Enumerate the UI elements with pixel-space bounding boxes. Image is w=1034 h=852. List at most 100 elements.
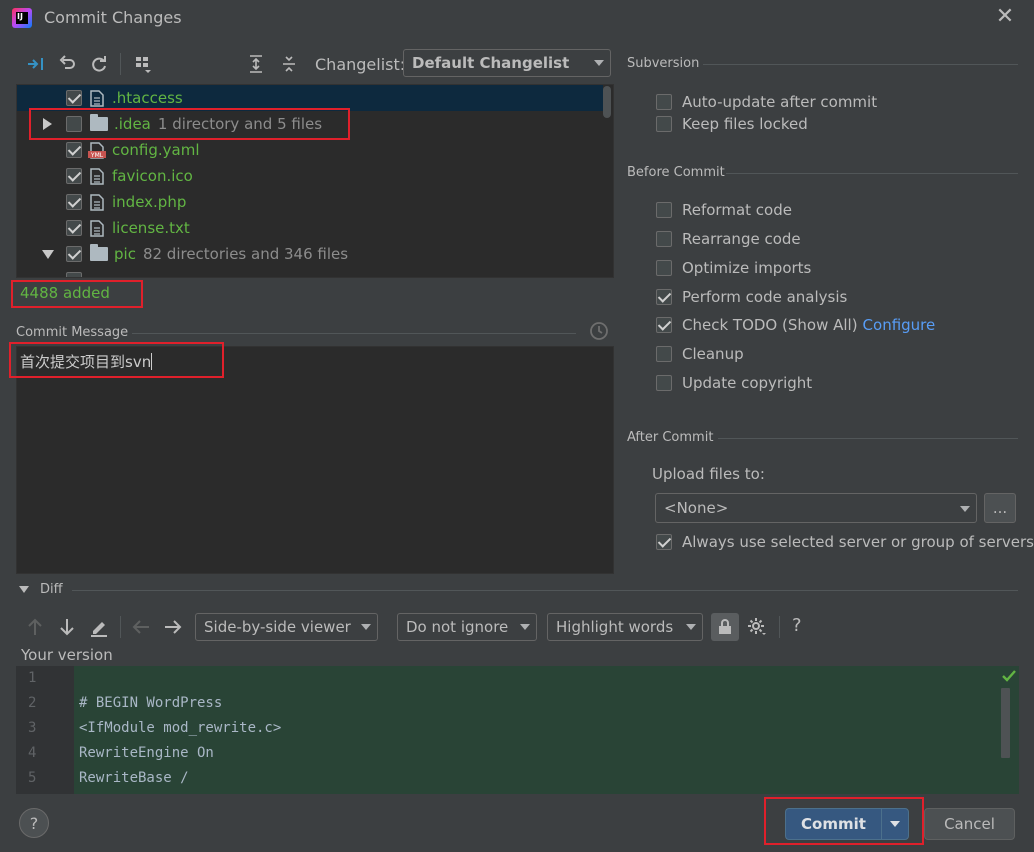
chevron-down-icon bbox=[361, 624, 371, 630]
checkbox[interactable] bbox=[656, 534, 672, 550]
checkbox[interactable] bbox=[656, 375, 672, 391]
code-lines[interactable]: # BEGIN WordPress <IfModule mod_rewrite.… bbox=[79, 666, 281, 791]
tree-row[interactable]: pic 82 directories and 346 files bbox=[17, 241, 603, 267]
tree-scrollbar[interactable] bbox=[603, 86, 611, 118]
row-checkbox[interactable] bbox=[66, 246, 82, 262]
checkbox[interactable] bbox=[656, 94, 672, 110]
changelist-value: Default Changelist bbox=[412, 54, 570, 72]
file-name: index.php bbox=[112, 193, 187, 211]
help-button[interactable]: ? bbox=[19, 808, 49, 838]
previous-file-icon[interactable] bbox=[130, 616, 152, 638]
update-copyright-option[interactable]: Update copyright bbox=[656, 374, 812, 392]
row-checkbox[interactable] bbox=[66, 142, 82, 158]
no-problems-check-icon bbox=[1002, 670, 1016, 682]
browse-button[interactable]: ... bbox=[984, 493, 1016, 523]
diff-editor[interactable]: 1 2 3 4 5 # BEGIN WordPress <IfModule mo… bbox=[16, 666, 1019, 794]
window-title: Commit Changes bbox=[44, 8, 182, 27]
file-icon bbox=[90, 167, 104, 185]
gear-icon[interactable] bbox=[746, 616, 768, 638]
commit-highlight-box bbox=[764, 797, 924, 845]
line-numbers: 1 2 3 4 5 bbox=[28, 670, 37, 786]
refresh-icon[interactable] bbox=[88, 53, 110, 75]
row-checkbox[interactable] bbox=[66, 90, 82, 106]
show-diff-icon[interactable] bbox=[24, 53, 46, 75]
collapse-all-icon[interactable] bbox=[278, 53, 300, 75]
checkbox[interactable] bbox=[656, 317, 672, 333]
section-divider bbox=[72, 590, 1018, 591]
folder-icon bbox=[90, 244, 108, 261]
check-todo-option[interactable]: Check TODO (Show All) Configure bbox=[656, 316, 935, 334]
lock-icon bbox=[719, 619, 731, 634]
section-divider bbox=[132, 333, 576, 334]
svg-text:YML: YML bbox=[90, 152, 104, 159]
yaml-file-icon: YML bbox=[88, 141, 106, 159]
next-file-icon[interactable] bbox=[162, 616, 184, 638]
tree-row[interactable]: favicon.ico bbox=[17, 163, 603, 189]
toolbar-separator bbox=[779, 616, 780, 638]
checkbox[interactable] bbox=[656, 116, 672, 132]
ignore-dropdown[interactable]: Do not ignore bbox=[397, 613, 537, 641]
diff-collapse-icon[interactable] bbox=[19, 586, 29, 593]
reformat-code-option[interactable]: Reformat code bbox=[656, 201, 792, 219]
toolbar-separator bbox=[120, 53, 121, 75]
tree-row[interactable]: license.txt bbox=[17, 215, 603, 241]
changelist-dropdown[interactable]: Default Changelist bbox=[403, 49, 611, 77]
tree-row[interactable]: YML config.yaml bbox=[17, 137, 603, 163]
file-name: .htaccess bbox=[112, 89, 183, 107]
file-icon bbox=[90, 193, 104, 211]
diff-help-icon[interactable]: ? bbox=[792, 615, 802, 636]
next-difference-icon[interactable] bbox=[56, 616, 78, 638]
checkbox[interactable] bbox=[656, 231, 672, 247]
file-name: favicon.ico bbox=[112, 167, 193, 185]
chevron-down-icon bbox=[594, 60, 604, 66]
upload-server-dropdown[interactable]: <None> bbox=[655, 493, 977, 523]
group-by-icon[interactable] bbox=[132, 53, 154, 75]
lock-scrolling-button[interactable] bbox=[711, 613, 739, 641]
cancel-button[interactable]: Cancel bbox=[924, 808, 1015, 840]
viewer-dropdown[interactable]: Side-by-side viewer bbox=[195, 613, 378, 641]
commit-message-label: Commit Message bbox=[16, 325, 129, 340]
optimize-imports-option[interactable]: Optimize imports bbox=[656, 259, 811, 277]
edit-source-icon[interactable] bbox=[88, 616, 110, 638]
checkbox[interactable] bbox=[656, 289, 672, 305]
configure-link[interactable]: Configure bbox=[863, 316, 936, 334]
rearrange-code-option[interactable]: Rearrange code bbox=[656, 230, 801, 248]
checkbox[interactable] bbox=[656, 346, 672, 362]
row-checkbox[interactable] bbox=[66, 220, 82, 236]
always-use-server-option[interactable]: Always use selected server or group of s… bbox=[656, 533, 1034, 551]
folder-summary: 82 directories and 346 files bbox=[142, 245, 349, 263]
tree-row[interactable]: index.php bbox=[17, 189, 603, 215]
checkbox[interactable] bbox=[656, 260, 672, 276]
changelist-label: Changelist: bbox=[315, 55, 406, 74]
editor-scrollbar[interactable] bbox=[1001, 688, 1010, 758]
history-icon[interactable] bbox=[588, 320, 610, 346]
section-divider bbox=[726, 173, 1018, 174]
your-version-label: Your version bbox=[21, 646, 113, 664]
subversion-label: Subversion bbox=[627, 56, 700, 71]
toolbar-separator bbox=[120, 616, 121, 638]
before-commit-label: Before Commit bbox=[627, 165, 725, 180]
section-divider bbox=[703, 64, 1018, 65]
row-checkbox[interactable] bbox=[66, 168, 82, 184]
section-divider bbox=[718, 438, 1018, 439]
rollback-icon[interactable] bbox=[56, 53, 78, 75]
idea-highlight-box bbox=[29, 108, 350, 140]
keep-locked-option[interactable]: Keep files locked bbox=[656, 115, 808, 133]
previous-difference-icon[interactable] bbox=[24, 616, 46, 638]
cleanup-option[interactable]: Cleanup bbox=[656, 345, 744, 363]
close-icon[interactable]: ✕ bbox=[994, 6, 1016, 28]
expand-all-icon[interactable] bbox=[245, 53, 267, 75]
checkbox[interactable] bbox=[656, 202, 672, 218]
upload-server-value: <None> bbox=[664, 499, 729, 517]
chevron-down-icon bbox=[686, 624, 696, 630]
collapse-arrow-icon[interactable] bbox=[42, 249, 54, 259]
highlight-dropdown[interactable]: Highlight words bbox=[547, 613, 703, 641]
commit-message-input[interactable] bbox=[16, 346, 614, 574]
code-analysis-option[interactable]: Perform code analysis bbox=[656, 288, 847, 306]
file-icon bbox=[90, 219, 104, 237]
row-checkbox[interactable] bbox=[66, 194, 82, 210]
file-icon bbox=[90, 89, 104, 107]
after-commit-label: After Commit bbox=[627, 430, 714, 445]
auto-update-option[interactable]: Auto-update after commit bbox=[656, 93, 877, 111]
row-checkbox bbox=[66, 272, 82, 277]
